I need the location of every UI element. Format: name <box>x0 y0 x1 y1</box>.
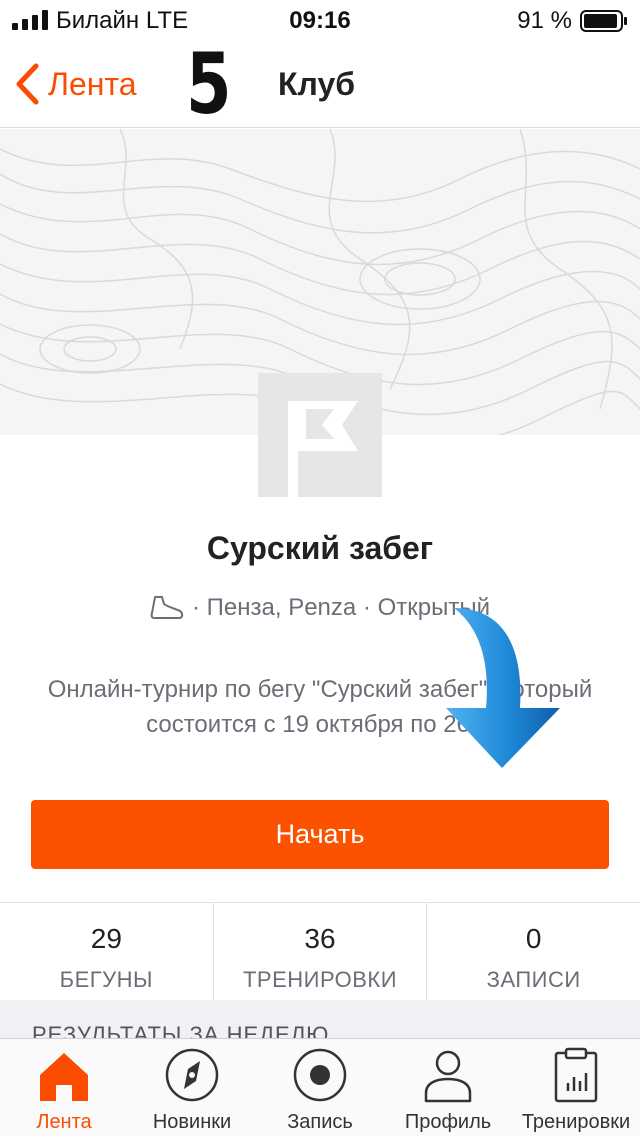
status-bar: Билайн LTE 09:16 91 % <box>0 0 640 40</box>
club-name: Сурский забег <box>206 530 434 566</box>
stat-posts[interactable]: 0 ЗАПИСИ <box>427 903 640 1000</box>
club-stats: 29 БЕГУНЫ 36 ТРЕНИРОВКИ 0 ЗАПИСИ <box>0 902 640 1000</box>
stat-runners[interactable]: 29 БЕГУНЫ <box>0 903 214 1000</box>
tab-label: Профиль <box>404 1111 492 1133</box>
battery-icon <box>580 10 627 32</box>
step-number-annotation: 5 <box>186 35 232 133</box>
stat-workouts-value: 36 <box>304 923 336 954</box>
back-button[interactable]: Лента <box>14 62 137 106</box>
tab-label: Новинки <box>152 1111 232 1133</box>
page-title: Клуб <box>278 66 355 102</box>
tab-training[interactable]: Тренировки <box>512 1039 640 1136</box>
weekly-results-header: РЕЗУЛЬТАТЫ ЗА НЕДЕЛЮ <box>0 1000 640 1040</box>
tab-label: Тренировки <box>521 1111 631 1133</box>
profile-icon <box>424 1050 472 1103</box>
stat-runners-value: 29 <box>90 923 122 954</box>
stat-posts-value: 0 <box>525 923 542 954</box>
compass-icon <box>165 1048 219 1102</box>
tab-label: Лента <box>36 1111 92 1133</box>
record-icon <box>293 1048 347 1102</box>
stat-runners-label: БЕГУНЫ <box>59 967 154 992</box>
running-shoe-icon <box>150 596 184 619</box>
battery-percent: 91 % <box>517 7 572 34</box>
stat-workouts[interactable]: 36 ТРЕНИРОВКИ <box>214 903 428 1000</box>
tab-record[interactable]: Запись <box>256 1039 384 1136</box>
clipboard-icon <box>554 1047 598 1103</box>
back-label: Лента <box>48 65 137 102</box>
tab-label: Запись <box>287 1111 353 1133</box>
flag-icon <box>288 401 358 497</box>
start-button[interactable]: Начать <box>31 800 609 869</box>
tab-new[interactable]: Новинки <box>128 1039 256 1136</box>
arrow-down-icon <box>446 608 560 768</box>
tab-profile[interactable]: Профиль <box>384 1039 512 1136</box>
tab-feed[interactable]: Лента <box>0 1039 128 1136</box>
stat-workouts-label: ТРЕНИРОВКИ <box>242 967 398 992</box>
club-logo-placeholder <box>258 373 382 497</box>
navigation-bar: Лента 5 Клуб <box>0 40 640 128</box>
tab-bar: Лента Новинки Запись Профиль Тренировки <box>0 1038 640 1136</box>
home-icon <box>40 1053 88 1101</box>
stat-posts-label: ЗАПИСИ <box>486 967 581 992</box>
chevron-left-icon <box>16 63 39 105</box>
